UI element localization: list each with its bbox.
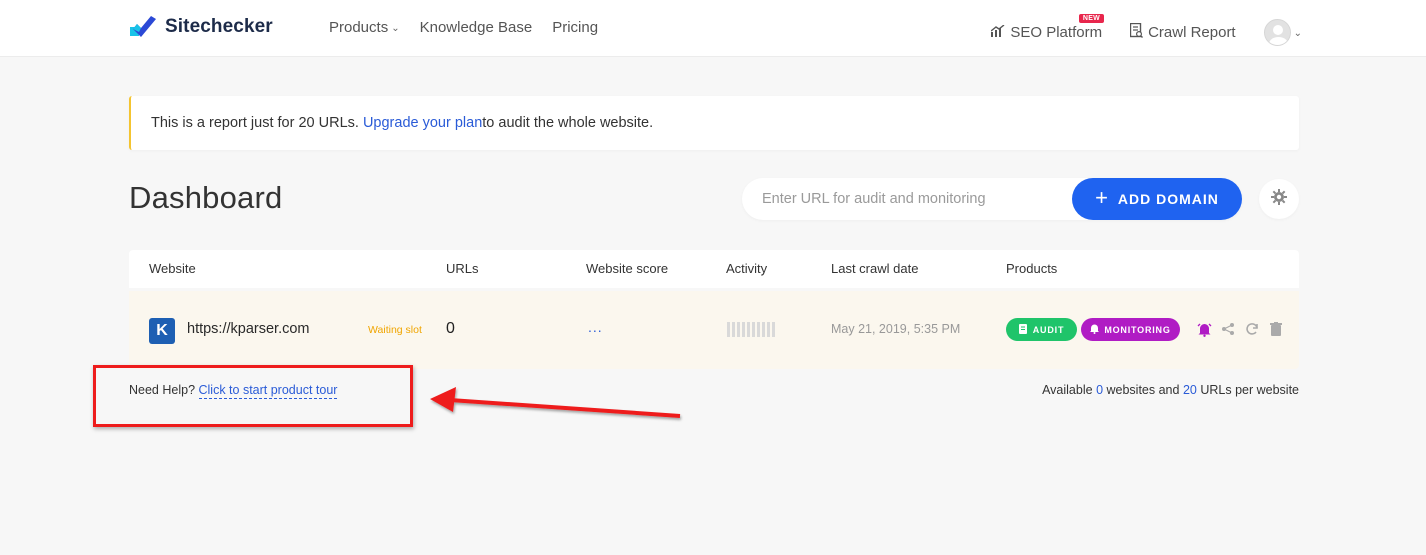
add-domain-label: ADD DOMAIN xyxy=(1117,191,1219,207)
notice-text: This is a report just for 20 URLs. xyxy=(151,115,359,131)
site-url[interactable]: https://kparser.com xyxy=(187,321,310,337)
right-nav: SEO Platform NEW Crawl Report ⌄ xyxy=(990,14,1302,46)
monitoring-label: MONITORING xyxy=(1104,324,1171,335)
crawl-report-label: Crawl Report xyxy=(1148,24,1236,41)
user-menu[interactable]: ⌄ xyxy=(1263,19,1302,46)
annotation-arrow-icon xyxy=(430,387,681,418)
trash-icon[interactable] xyxy=(1268,321,1284,337)
refresh-icon[interactable] xyxy=(1244,321,1260,337)
activity-bars xyxy=(727,322,775,337)
nav-knowledge-base-label: Knowledge Base xyxy=(419,19,533,36)
logo-check-icon xyxy=(129,15,157,39)
nav-seo-platform[interactable]: SEO Platform NEW xyxy=(990,14,1105,41)
sitechecker-logo[interactable]: Sitechecker xyxy=(129,14,273,40)
site-favicon: K xyxy=(149,318,175,344)
gear-icon xyxy=(1271,188,1287,210)
urls-count: 0 xyxy=(446,320,455,337)
nav-pricing-label: Pricing xyxy=(552,19,599,36)
available-prefix: Available xyxy=(1042,383,1093,397)
audit-label: AUDIT xyxy=(1032,324,1065,335)
seo-platform-label: SEO Platform xyxy=(1010,24,1103,41)
settings-button[interactable] xyxy=(1259,179,1299,219)
audit-product-button[interactable]: AUDIT xyxy=(1006,318,1077,341)
nav-products[interactable]: Products ⌄ xyxy=(329,19,400,36)
row-actions xyxy=(1196,321,1284,337)
bell-icon xyxy=(1090,324,1100,336)
websites-table-header: Website URLs Website score Activity Last… xyxy=(129,250,1299,288)
plus-icon: + xyxy=(1095,185,1109,210)
chevron-down-icon: ⌄ xyxy=(391,23,400,34)
last-crawl-date: May 21, 2019, 5:35 PM xyxy=(831,322,961,336)
website-score: ... xyxy=(588,319,603,335)
notice-text-end: to audit the whole website. xyxy=(482,115,654,131)
nav-crawl-report[interactable]: Crawl Report xyxy=(1129,22,1236,42)
table-row[interactable]: K https://kparser.com Waiting slot 0 ...… xyxy=(129,291,1299,369)
main-nav: Products ⌄ Knowledge Base Pricing xyxy=(329,19,598,36)
nav-products-label: Products xyxy=(329,19,389,36)
column-website: Website xyxy=(149,261,196,276)
available-urls-count: 20 xyxy=(1182,383,1197,397)
available-suffix: URLs per website xyxy=(1200,383,1299,397)
chevron-down-icon: ⌄ xyxy=(1293,28,1302,39)
top-navigation-bar: Sitechecker Products ⌄ Knowledge Base Pr… xyxy=(0,0,1426,57)
share-icon[interactable] xyxy=(1220,321,1236,337)
brand-name: Sitechecker xyxy=(165,16,273,37)
avatar xyxy=(1263,19,1291,46)
column-activity: Activity xyxy=(726,261,768,276)
status-badge: Waiting slot xyxy=(368,324,422,336)
alarm-bell-icon[interactable] xyxy=(1196,321,1212,337)
page-title: Dashboard xyxy=(129,180,283,215)
plan-limit-notice: This is a report just for 20 URLs. Upgra… xyxy=(129,96,1299,150)
available-quota: Available 0 websites and 20 URLs per web… xyxy=(1042,383,1299,397)
audit-doc-icon xyxy=(1018,323,1028,336)
column-last-crawl-date: Last crawl date xyxy=(831,261,919,276)
column-products: Products xyxy=(1006,261,1058,276)
column-urls: URLs xyxy=(446,261,479,276)
add-domain-form: + ADD DOMAIN xyxy=(742,178,1242,220)
available-websites-count: 0 xyxy=(1096,383,1104,397)
new-badge: NEW xyxy=(1078,14,1105,23)
url-input[interactable] xyxy=(742,178,1072,220)
report-icon xyxy=(1129,22,1144,42)
monitoring-product-button[interactable]: MONITORING xyxy=(1081,318,1180,341)
nav-pricing[interactable]: Pricing xyxy=(552,19,598,36)
upgrade-plan-link[interactable]: Upgrade your plan xyxy=(363,115,482,131)
add-domain-button[interactable]: + ADD DOMAIN xyxy=(1072,178,1242,220)
nav-knowledge-base[interactable]: Knowledge Base xyxy=(420,19,533,36)
available-middle: websites and xyxy=(1106,383,1180,397)
bar-chart-icon xyxy=(990,24,1005,41)
column-website-score: Website score xyxy=(586,261,669,276)
annotation-highlight-box xyxy=(93,365,413,427)
